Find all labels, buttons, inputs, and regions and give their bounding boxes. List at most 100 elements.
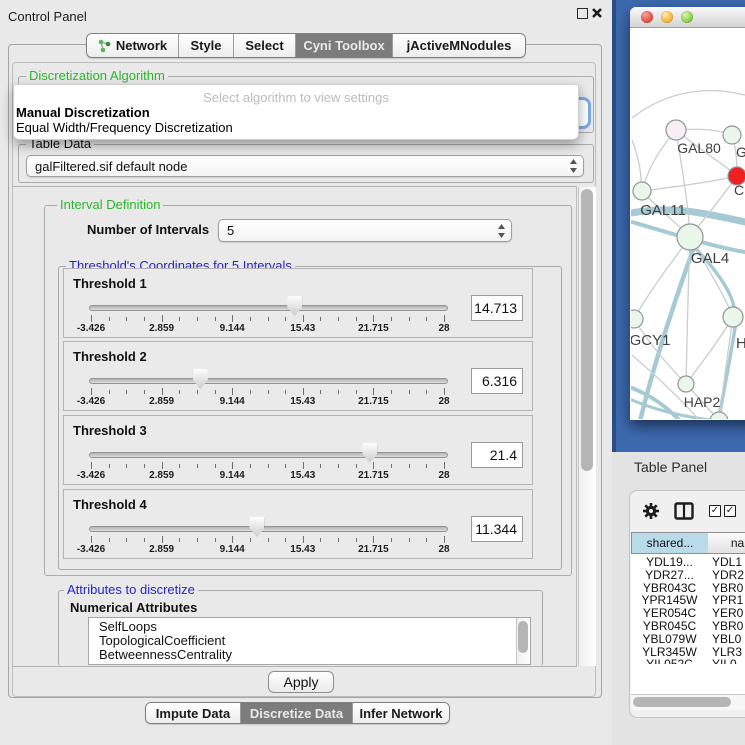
network-canvas[interactable]: GAL80GACGAL11GAL4GCY1HHAP2 bbox=[631, 28, 745, 419]
slider-tick bbox=[232, 388, 233, 395]
tab-select[interactable]: Select bbox=[234, 34, 296, 57]
table-row[interactable]: YIL052CYIL0 bbox=[631, 658, 745, 664]
slider-tick bbox=[303, 462, 304, 469]
slider-handle[interactable] bbox=[193, 369, 208, 389]
table-row[interactable]: YDR27...YDR2 bbox=[631, 569, 745, 582]
close-traffic-light[interactable] bbox=[641, 11, 653, 23]
combo-arrows-icon bbox=[497, 224, 506, 238]
tab-impute-data[interactable]: Impute Data bbox=[146, 703, 241, 723]
slider-track[interactable] bbox=[89, 305, 448, 311]
cell-shared-name[interactable]: YDL19... bbox=[631, 556, 708, 569]
slider-tick-label: 15.43 bbox=[273, 323, 333, 334]
network-edge[interactable] bbox=[642, 176, 737, 191]
attribute-list-item[interactable]: SelfLoops bbox=[89, 620, 530, 634]
slider-tick bbox=[373, 388, 374, 395]
slider-tick bbox=[162, 315, 163, 322]
cell-shared-name[interactable]: YDR27... bbox=[631, 569, 708, 582]
slider-tick bbox=[426, 317, 427, 321]
attributes-group-title: Attributes to discretize bbox=[64, 583, 198, 597]
attribute-list-item[interactable]: BetweennessCentrality bbox=[89, 648, 530, 662]
network-node-GAL4-node[interactable] bbox=[677, 224, 703, 250]
network-node-GAL11-node[interactable] bbox=[633, 182, 651, 200]
numerical-attributes-list[interactable]: SelfLoopsTopologicalCoefficientBetweenne… bbox=[88, 617, 531, 665]
table-row[interactable]: YBR045CYBR0 bbox=[631, 620, 745, 633]
slider-tick bbox=[285, 390, 286, 394]
network-edge[interactable] bbox=[719, 317, 733, 419]
cell-shared-name[interactable]: YBL079W bbox=[631, 633, 708, 646]
tab-style[interactable]: Style bbox=[179, 34, 234, 57]
threshold-value-field[interactable]: 11.344 bbox=[471, 516, 523, 542]
column-header-shared-name[interactable]: shared... bbox=[631, 532, 709, 554]
slider-tick bbox=[215, 317, 216, 321]
cell-name[interactable]: YDL1 bbox=[708, 556, 742, 569]
tab-cyni-toolbox[interactable]: Cyni Toolbox bbox=[296, 34, 393, 57]
slider-tick-label: 21.715 bbox=[343, 544, 403, 555]
main-scrollbar-thumb[interactable] bbox=[581, 189, 593, 471]
slider-handle[interactable] bbox=[287, 296, 302, 316]
cell-shared-name[interactable]: YBR045C bbox=[631, 620, 708, 633]
slider-tick bbox=[197, 317, 198, 321]
cell-name[interactable]: YIL0 bbox=[708, 658, 737, 664]
slider-handle[interactable] bbox=[249, 517, 264, 537]
table-row[interactable]: YDL19...YDL1 bbox=[631, 556, 745, 569]
slider-tick bbox=[91, 462, 92, 469]
network-node-label: GAL80 bbox=[677, 140, 721, 156]
apply-button[interactable]: Apply bbox=[268, 671, 334, 693]
cell-shared-name[interactable]: YIL052C bbox=[631, 658, 708, 664]
network-node-label: HAP2 bbox=[684, 394, 721, 410]
slider-tick bbox=[215, 390, 216, 394]
slider-track[interactable] bbox=[89, 378, 448, 384]
tab-network[interactable]: Network bbox=[87, 34, 179, 57]
cell-name[interactable]: YBL0 bbox=[708, 633, 741, 646]
network-node-H-node[interactable] bbox=[723, 307, 743, 327]
tab-discretize-data[interactable]: Discretize Data bbox=[241, 703, 353, 723]
checkbox-icon[interactable]: ✓ bbox=[709, 505, 721, 517]
threshold-label: Threshold 1 bbox=[73, 276, 147, 291]
table-row[interactable]: YBL079WYBL0 bbox=[631, 633, 745, 646]
network-node-GA-node[interactable] bbox=[723, 126, 741, 144]
checkbox-icon[interactable]: ✓ bbox=[724, 505, 736, 517]
float-window-icon[interactable] bbox=[577, 8, 588, 19]
cell-name[interactable]: YBR0 bbox=[708, 620, 743, 633]
close-icon[interactable] bbox=[591, 7, 603, 19]
threshold-value-field[interactable]: 6.316 bbox=[471, 368, 523, 394]
slider-handle[interactable] bbox=[362, 443, 377, 463]
slider-tick bbox=[126, 317, 127, 321]
attributes-scrollbar-thumb[interactable] bbox=[518, 621, 528, 653]
network-node-GAL80-node[interactable] bbox=[666, 120, 686, 140]
threshold-label: Threshold 2 bbox=[73, 349, 147, 364]
cell-name[interactable]: YDR2 bbox=[708, 569, 744, 582]
gear-icon[interactable] bbox=[642, 502, 660, 520]
network-node-label: GCY1 bbox=[631, 332, 670, 349]
column-view-icon[interactable] bbox=[674, 502, 694, 520]
slider-tick bbox=[303, 388, 304, 395]
bottom-tabs: Impute Data Discretize Data Infer Networ… bbox=[145, 702, 450, 724]
network-window-titlebar[interactable] bbox=[630, 7, 745, 28]
slider-tick-label: 9.144 bbox=[202, 323, 262, 334]
threshold-label: Threshold 3 bbox=[73, 423, 147, 438]
threshold-value-field[interactable]: 21.4 bbox=[471, 442, 523, 468]
zoom-traffic-light[interactable] bbox=[681, 11, 693, 23]
threshold-value-field[interactable]: 14.713 bbox=[471, 295, 523, 321]
slider-tick bbox=[250, 538, 251, 542]
minimize-traffic-light[interactable] bbox=[661, 11, 673, 23]
column-header-name[interactable]: na bbox=[708, 532, 745, 554]
slider-tick bbox=[126, 464, 127, 468]
slider-tick bbox=[109, 464, 110, 468]
slider-tick bbox=[285, 538, 286, 542]
number-of-intervals-combo[interactable]: 5 bbox=[218, 219, 512, 242]
dropdown-option-manual-discretization[interactable]: Manual Discretization bbox=[16, 105, 150, 120]
slider-track[interactable] bbox=[89, 526, 448, 532]
slider-tick-label: 2.859 bbox=[132, 396, 192, 407]
dropdown-option-equal-width-frequency[interactable]: Equal Width/Frequency Discretization bbox=[16, 120, 233, 135]
table-hscrollbar-thumb[interactable] bbox=[633, 697, 731, 707]
tab-infer-network[interactable]: Infer Network bbox=[353, 703, 449, 723]
table-data-combo[interactable]: galFiltered.sif default node bbox=[26, 155, 584, 177]
attribute-list-item[interactable]: TopologicalCoefficient bbox=[89, 634, 530, 648]
table-rows-viewport: YDL19...YDL1YDR27...YDR2YBR043CYBR0YPR14… bbox=[631, 556, 745, 664]
tab-jactivemnodules[interactable]: jActiveMNodules bbox=[393, 34, 525, 57]
network-node-GCY1-node[interactable] bbox=[631, 310, 643, 328]
slider-track[interactable] bbox=[89, 452, 448, 458]
network-edge[interactable] bbox=[632, 91, 745, 118]
network-node-HAP2-node[interactable] bbox=[678, 376, 694, 392]
